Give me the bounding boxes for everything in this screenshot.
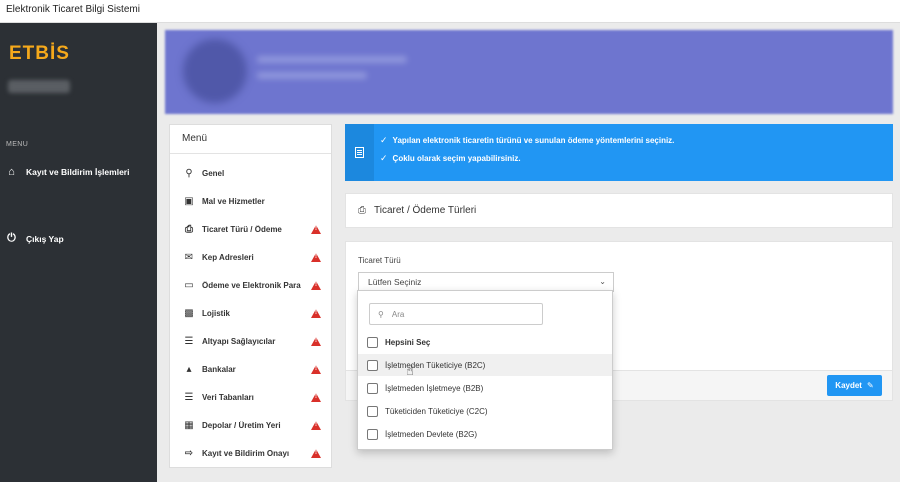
option-b2c[interactable]: İşletmeden Tüketiciye (B2C) ☝ [358,354,612,378]
chevron-down-icon: ⌄ [599,277,606,286]
menu-item-label: Ticaret Türü / Ödeme [202,224,282,234]
warning-icon [311,224,321,234]
checkbox[interactable] [367,336,378,348]
dropdown-search-input[interactable]: ⚲ Ara [369,303,543,325]
info-icon-box [345,124,374,181]
menu-item-payment[interactable]: ▭ Ödeme ve Elektronik Para [182,277,321,293]
check-icon: ✓ [380,153,388,163]
trade-type-select[interactable]: Lütfen Seçiniz ⌄ [358,272,614,292]
option-label: İşletmeden Devlete (B2G) [385,429,478,439]
warning-icon [311,364,321,374]
power-icon: ⏻ [7,232,16,244]
option-b2g[interactable]: İşletmeden Devlete (B2G) [358,423,612,445]
search-placeholder: Ara [391,309,405,319]
option-b2b[interactable]: İşletmeden İşletmeye (B2B) [358,377,612,399]
warning-icon [311,308,321,318]
option-label: İşletmeden İşletmeye (B2B) [385,383,484,393]
menu-item-label: Lojistik [202,308,231,318]
checkbox[interactable] [367,428,378,440]
menu-item-general[interactable]: ⚲ Genel [182,165,321,181]
credit-card-icon: ▭ [184,279,194,291]
menu-item-goods-services[interactable]: ▣ Mal ve Hizmetler [182,193,321,209]
sign-out-icon: ⇨ [184,447,194,459]
menu-item-trade-type[interactable]: ⎙ Ticaret Türü / Ödeme [182,221,321,237]
option-label: Hepsini Seç [385,337,431,347]
menu-item-kep-addresses[interactable]: ✉ Kep Adresleri [182,249,321,265]
server-icon: ☰ [184,335,194,347]
select-value: Lütfen Seçiniz [368,277,422,287]
menu-item-approval[interactable]: ⇨ Kayıt ve Bildirim Onayı [182,445,321,461]
warning-icon [311,252,321,262]
company-emblem-blurred [183,39,247,103]
option-select-all[interactable]: Hepsini Seç [358,331,612,353]
menu-title: Menü [170,125,331,154]
window-title: Elektronik Ticaret Bilgi Sistemi [0,0,900,23]
info-text: Yapılan elektronik ticaretin türünü ve s… [392,136,675,145]
section-title: Ticaret / Ödeme Türleri [374,205,477,216]
option-label: İşletmeden Tüketiciye (B2C) [385,360,486,370]
company-banner-blurred [165,30,893,114]
document-icon [355,147,364,158]
basket-icon: ▣ [184,195,194,207]
building-icon: ▦ [184,419,194,431]
menu-item-label: Kep Adresleri [202,252,254,262]
clipboard-icon: ⎙ [358,205,366,216]
checkbox[interactable] [367,382,378,394]
envelope-icon: ✉ [184,251,194,263]
banner-text-blurred [257,72,367,79]
checkbox[interactable] [367,359,378,371]
edit-icon: ✎ [866,381,874,390]
menu-item-label: Altyapı Sağlayıcılar [202,336,276,346]
sidebar-item-registration[interactable]: ⌂ Kayıt ve Bildirim İşlemleri [6,166,129,178]
check-icon: ✓ [380,135,388,145]
bus-icon: ▩ [184,307,194,319]
info-line: ✓ Çoklu olarak seçim yapabilirsiniz. [380,153,521,164]
menu-item-infrastructure[interactable]: ☰ Altyapı Sağlayıcılar [182,333,321,349]
section-header: ⎙ Ticaret / Ödeme Türleri [345,193,893,228]
menu-item-label: Mal ve Hizmetler [202,196,265,206]
menu-item-label: Kayıt ve Bildirim Onayı [202,448,290,458]
menu-item-label: Veri Tabanları [202,392,254,402]
info-alert: ✓ Yapılan elektronik ticaretin türünü ve… [345,124,893,181]
database-icon: ☰ [184,391,194,403]
sidebar-item-label: Kayıt ve Bildirim İşlemleri [26,167,130,177]
option-label: Tüketiciden Tüketiciye (C2C) [385,406,488,416]
option-c2c[interactable]: Tüketiciden Tüketiciye (C2C) [358,400,612,422]
trade-type-label: Ticaret Türü [358,256,401,265]
banner-text-blurred [257,56,407,63]
info-text: Çoklu olarak seçim yapabilirsiniz. [392,154,521,163]
menu-item-label: Depolar / Üretim Yeri [202,420,281,430]
warning-icon [311,392,321,402]
menu-item-label: Ödeme ve Elektronik Para [202,280,301,290]
trade-type-dropdown: ⚲ Ara Hepsini Seç İşletmeden Tüketiciye … [357,290,613,450]
save-button[interactable]: Kaydet ✎ [827,375,882,396]
menu-item-label: Genel [202,168,225,178]
app-logo: ETBİS [9,43,70,64]
bank-icon: ▴ [186,363,192,375]
warning-icon [311,448,321,458]
menu-item-banks[interactable]: ▴ Bankalar [182,361,321,377]
clipboard-icon: ⎙ [185,223,193,235]
sidebar-section-label: MENU [6,141,29,148]
search-icon: ⚲ [185,167,193,179]
menu-item-logistics[interactable]: ▩ Lojistik [182,305,321,321]
sidebar-item-logout[interactable]: ⏻ Çıkış Yap [6,232,64,245]
warning-icon [311,420,321,430]
user-name-blurred [8,80,70,93]
menu-item-databases[interactable]: ☰ Veri Tabanları [182,389,321,405]
save-button-label: Kaydet [835,381,862,390]
home-icon: ⌂ [8,166,15,178]
menu-item-label: Bankalar [202,364,236,374]
checkbox[interactable] [367,405,378,417]
sidebar: ETBİS MENU ⌂ Kayıt ve Bildirim İşlemleri… [0,23,157,482]
side-menu-panel: Menü ⚲ Genel ▣ Mal ve Hizmetler ⎙ Ticare… [169,124,332,468]
warning-icon [311,280,321,290]
search-icon: ⚲ [378,309,384,319]
info-line: ✓ Yapılan elektronik ticaretin türünü ve… [380,135,674,146]
menu-item-warehouses[interactable]: ▦ Depolar / Üretim Yeri [182,417,321,433]
sidebar-item-label: Çıkış Yap [26,233,64,244]
warning-icon [311,336,321,346]
